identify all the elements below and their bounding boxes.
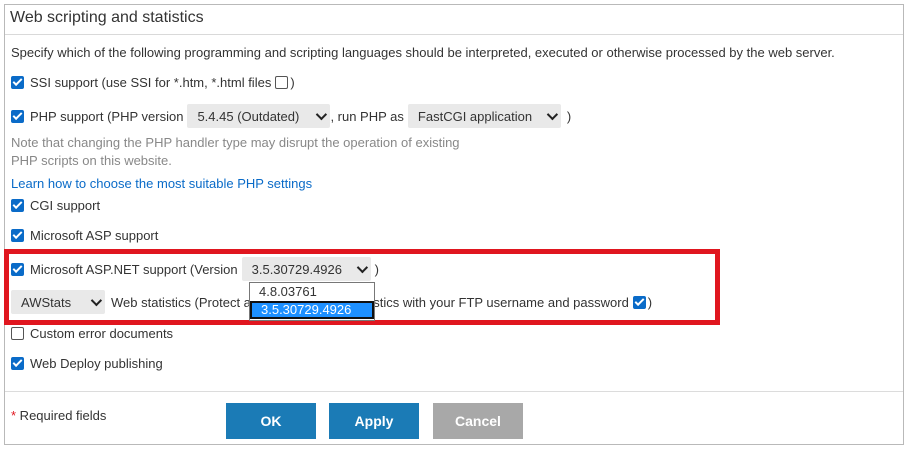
php-row: PHP support (PHP version 5.4.45 (Outdate… bbox=[11, 104, 571, 128]
php-note-line-1: Note that changing the PHP handler type … bbox=[11, 135, 460, 150]
custom-errors-row: Custom error documents bbox=[11, 326, 173, 341]
php-version-select[interactable]: 5.4.45 (Outdated) bbox=[187, 104, 331, 128]
aspnet-version-dropdown-list: 4.8.03761 3.5.30729.4926 bbox=[249, 282, 375, 321]
ssi-support-label: SSI support (use SSI for *.htm, *.html f… bbox=[30, 75, 272, 90]
ok-button[interactable]: OK bbox=[226, 403, 316, 439]
title-divider bbox=[5, 34, 903, 35]
custom-error-documents-checkbox[interactable] bbox=[11, 327, 24, 340]
settings-panel bbox=[4, 4, 904, 445]
chevron-down-icon bbox=[316, 108, 328, 121]
asp-support-checkbox[interactable] bbox=[11, 229, 24, 242]
cgi-support-label: CGI support bbox=[30, 198, 101, 213]
cgi-row: CGI support bbox=[11, 198, 100, 213]
php-handler-value: FastCGI application bbox=[417, 108, 533, 124]
footer-divider bbox=[5, 391, 903, 392]
web-deploy-label: Web Deploy publishing bbox=[30, 356, 163, 371]
php-support-checkbox[interactable] bbox=[11, 109, 24, 123]
php-support-label: PHP support (PHP version bbox=[30, 108, 184, 124]
ssi-support-checkbox[interactable] bbox=[11, 76, 24, 89]
php-note-line-2: PHP scripts on this website. bbox=[11, 153, 172, 168]
chevron-down-icon bbox=[546, 108, 558, 121]
php-settings-help-link[interactable]: Learn how to choose the most suitable PH… bbox=[11, 176, 312, 191]
php-close-paren: ) bbox=[566, 108, 572, 124]
ssi-close-paren: ) bbox=[290, 75, 295, 90]
asp-row: Microsoft ASP support bbox=[11, 228, 158, 243]
cancel-button[interactable]: Cancel bbox=[433, 403, 523, 439]
web-deploy-row: Web Deploy publishing bbox=[11, 356, 163, 371]
required-fields-note: * Required fields bbox=[11, 408, 106, 423]
section-description: Specify which of the following programmi… bbox=[11, 45, 835, 60]
web-deploy-checkbox[interactable] bbox=[11, 357, 24, 370]
php-handler-note: Note that changing the PHP handler type … bbox=[11, 134, 460, 170]
aspnet-version-option-selected[interactable]: 3.5.30729.4926 bbox=[250, 301, 374, 319]
php-handler-select[interactable]: FastCGI application bbox=[407, 104, 561, 128]
aspnet-version-option[interactable]: 4.8.03761 bbox=[250, 283, 374, 301]
custom-error-documents-label: Custom error documents bbox=[30, 326, 174, 341]
ssi-htm-checkbox[interactable] bbox=[275, 76, 289, 89]
php-run-as-label: , run PHP as bbox=[330, 108, 404, 124]
php-version-value: 5.4.45 (Outdated) bbox=[197, 108, 300, 124]
required-fields-text: Required fields bbox=[16, 408, 107, 423]
asp-support-label: Microsoft ASP support bbox=[30, 228, 159, 243]
ssi-row: SSI support (use SSI for *.htm, *.html f… bbox=[11, 75, 295, 90]
cgi-support-checkbox[interactable] bbox=[11, 199, 24, 212]
apply-button[interactable]: Apply bbox=[329, 403, 419, 439]
section-title: Web scripting and statistics bbox=[10, 9, 204, 26]
